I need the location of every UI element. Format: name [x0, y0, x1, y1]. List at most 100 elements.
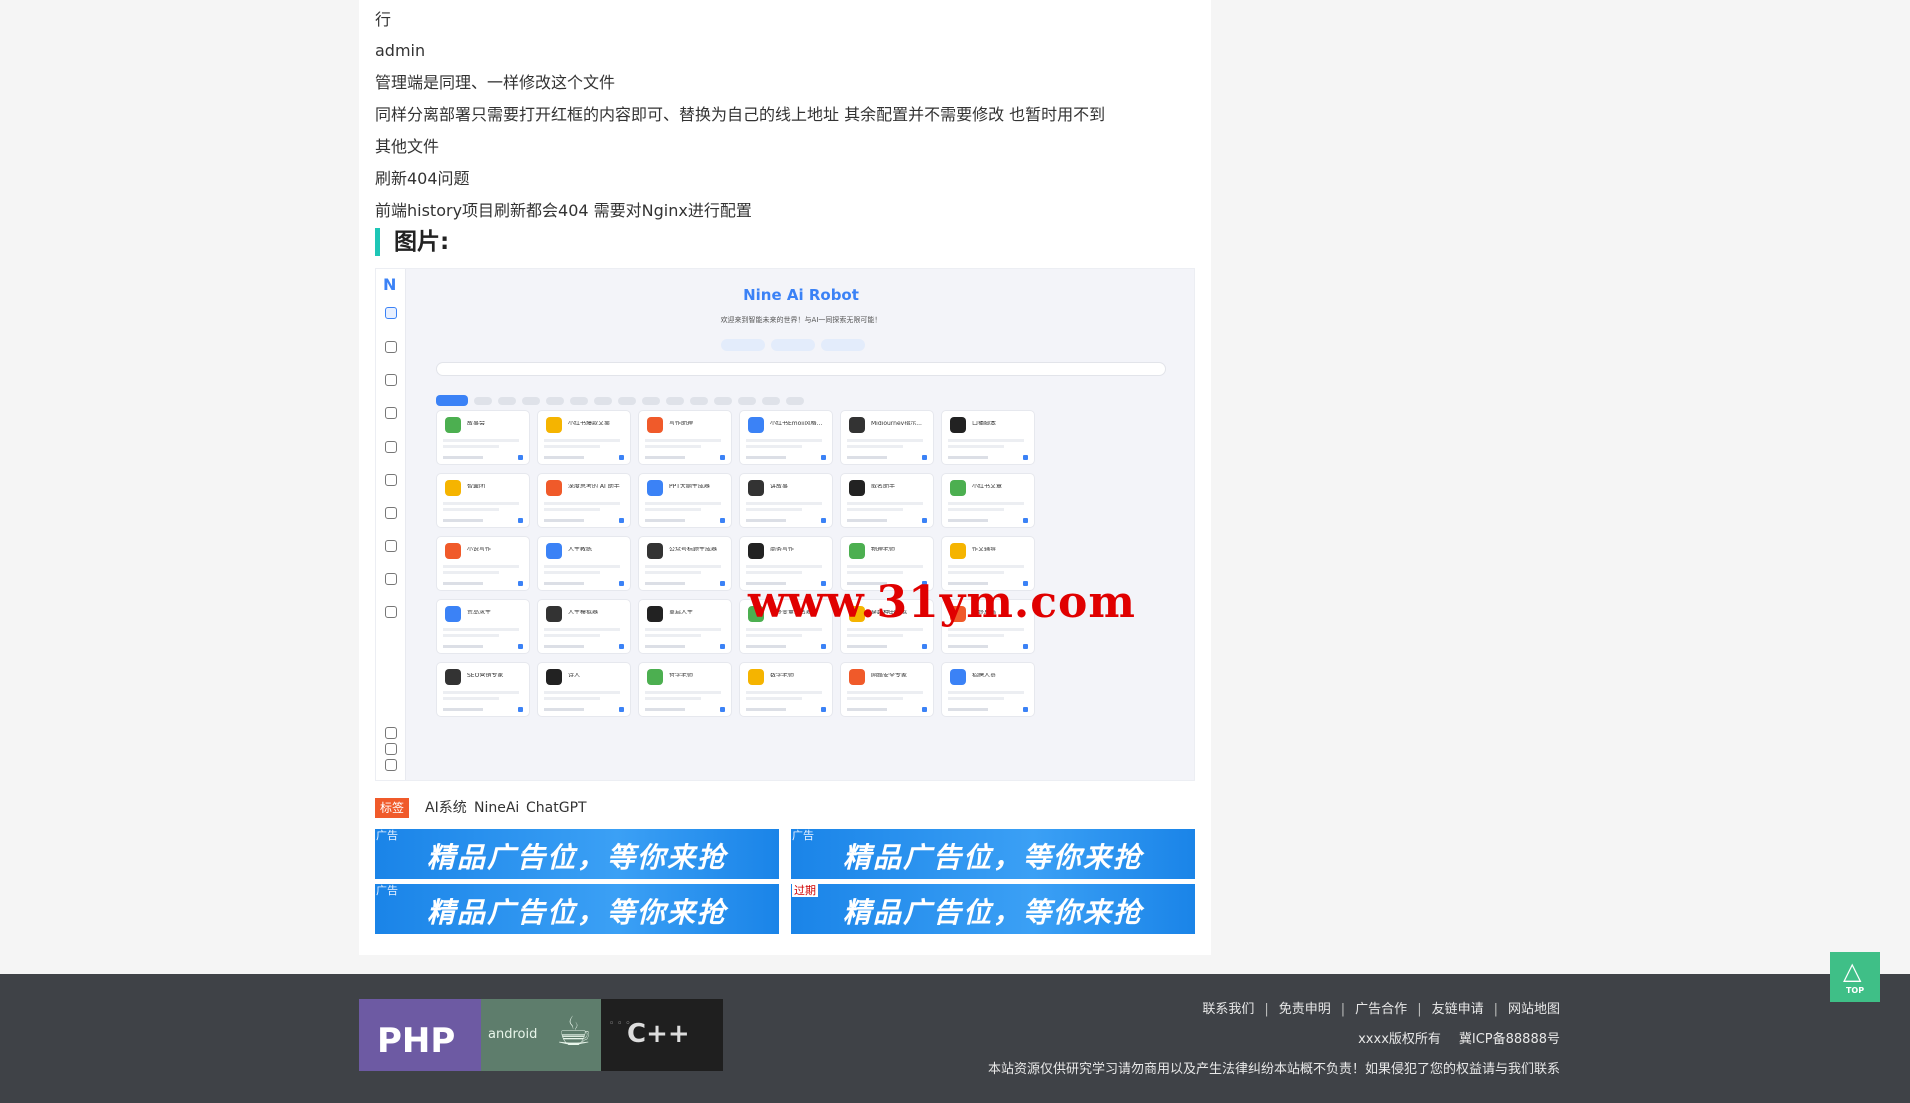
- card-title: SEO营销专家: [467, 673, 504, 677]
- card-line: [746, 565, 822, 568]
- card-icon: [546, 669, 562, 685]
- ad-banner[interactable]: 精品广告位，等你来抢 过期: [791, 884, 1195, 934]
- card-line: [948, 645, 988, 648]
- card-line: [847, 439, 923, 442]
- footer-link-contact[interactable]: 联系我们: [1202, 1002, 1254, 1017]
- card-line: [443, 628, 519, 631]
- app-card: 写作助理: [638, 410, 732, 465]
- card-title: 故事会: [467, 421, 486, 425]
- ad-banner[interactable]: 精品广告位，等你来抢 广告: [375, 884, 779, 934]
- card-line: [847, 708, 887, 711]
- app-card: 讲故事: [739, 473, 833, 528]
- app-card: 公众号标题生成器: [638, 536, 732, 591]
- card-arrow-icon: [922, 707, 927, 712]
- card-arrow-icon: [720, 455, 725, 460]
- card-icon: [445, 480, 461, 496]
- card-line: [948, 502, 1024, 505]
- tag-badge: 标签: [375, 798, 409, 818]
- footer-copyright-row: xxxx版权所有 冀ICP备88888号: [1340, 1028, 1560, 1047]
- ppt-icon: [385, 474, 397, 486]
- article-screenshot[interactable]: N Nine Ai Robot 欢迎来到智能未来的世界！与AI一同探索无限可能！…: [375, 268, 1195, 781]
- card-icon: [849, 417, 865, 433]
- php-logo-text: PHP: [377, 1021, 456, 1061]
- card-line: [544, 582, 584, 585]
- app-card: 诗人: [537, 662, 631, 717]
- card-title: 哲学老师: [669, 673, 694, 677]
- card-line: [443, 445, 499, 448]
- card-line: [443, 571, 499, 574]
- app-mode-pills: [721, 336, 871, 355]
- article-content: 行 admin 管理端是同理、一样修改这个文件 同样分离部署只需要打开红框的内容…: [359, 0, 1211, 955]
- back-to-top-button[interactable]: △ TOP: [1830, 952, 1880, 1002]
- card-icon: [748, 543, 764, 559]
- card-title: 商务写作: [770, 547, 795, 551]
- card-line: [746, 691, 822, 694]
- card-arrow-icon: [619, 581, 624, 586]
- card-icon: [647, 417, 663, 433]
- article-paragraph: admin: [375, 41, 426, 60]
- card-line: [443, 645, 483, 648]
- card-line: [544, 502, 620, 505]
- card-title: 公众号标题生成器: [669, 547, 718, 551]
- card-line: [443, 508, 499, 511]
- card-line: [746, 519, 786, 522]
- share-icon: [385, 540, 397, 552]
- card-line: [645, 456, 685, 459]
- app-logo-icon: N: [383, 275, 397, 294]
- article-paragraph: 管理端是同理、一样修改这个文件: [375, 73, 616, 92]
- footer-links: 联系我们 | 免责申明 | 广告合作 | 友链申请 | 网站地图: [1202, 1002, 1560, 1017]
- article-paragraph: 同样分离部署只需要打开红框的内容即可、替换为自己的线上地址 其余配置并不需要修改…: [375, 105, 1106, 124]
- card-line: [443, 565, 519, 568]
- ad-banner[interactable]: 精品广告位，等你来抢 广告: [791, 829, 1195, 879]
- card-icon: [546, 480, 562, 496]
- card-line: [948, 456, 988, 459]
- card-arrow-icon: [518, 707, 523, 712]
- app-card: 深度思考的 AI 助手: [537, 473, 631, 528]
- android-java-logo: android ☕: [481, 999, 601, 1071]
- theme-icon: [385, 759, 397, 771]
- card-line: [443, 519, 483, 522]
- footer-link-sitemap[interactable]: 网站地图: [1508, 1002, 1560, 1017]
- card-title: 作文辅导: [972, 547, 997, 551]
- icp-link[interactable]: 冀ICP备88888号: [1459, 1032, 1560, 1047]
- card-line: [948, 691, 1024, 694]
- card-line: [544, 508, 600, 511]
- article-paragraph: 前端history项目刷新都会404 需要对Nginx进行配置: [375, 201, 752, 220]
- card-arrow-icon: [518, 581, 523, 586]
- card-line: [948, 628, 1024, 631]
- app-search-bar: [436, 362, 1166, 376]
- footer-link-disclaimer[interactable]: 免责申明: [1279, 1002, 1331, 1017]
- card-icon: [647, 669, 663, 685]
- card-line: [544, 565, 620, 568]
- card-line: [847, 645, 887, 648]
- article-paragraph: 刷新404问题: [375, 169, 470, 188]
- card-icon: [445, 669, 461, 685]
- tag-link[interactable]: ChatGPT: [526, 799, 587, 817]
- card-title: 网络安全专家: [871, 673, 908, 677]
- card-line: [645, 445, 701, 448]
- tag-link[interactable]: NineAi: [474, 799, 519, 817]
- draw-icon: [385, 374, 397, 386]
- ad-text: 精品广告位，等你来抢: [842, 841, 1143, 874]
- app-card: 重启人生: [638, 599, 732, 654]
- card-title: 小红书文章: [972, 484, 1003, 488]
- tag-link[interactable]: AI系统: [425, 799, 467, 817]
- gift-icon: [385, 606, 397, 618]
- footer-link-ads[interactable]: 广告合作: [1355, 1002, 1407, 1017]
- app-card: Midjourney指示...: [840, 410, 934, 465]
- card-line: [544, 645, 584, 648]
- card-icon: [647, 543, 663, 559]
- card-line: [847, 502, 923, 505]
- app-card: 口播脚本: [941, 410, 1035, 465]
- copyright-text: xxxx版权所有: [1358, 1032, 1441, 1047]
- card-icon: [950, 669, 966, 685]
- ad-banner[interactable]: 精品广告位，等你来抢 广告: [375, 829, 779, 879]
- card-arrow-icon: [619, 707, 624, 712]
- card-icon: [950, 480, 966, 496]
- card-title: Midjourney指示...: [871, 421, 922, 425]
- footer-link-friend[interactable]: 友链申请: [1432, 1002, 1484, 1017]
- card-line: [948, 565, 1024, 568]
- footer-disclaimer: 本站资源仅供研究学习请勿商用以及产生法律纠纷本站概不负责！如果侵犯了您的权益请与…: [987, 1062, 1560, 1077]
- card-title: 招聘人员: [972, 673, 997, 677]
- article-paragraph: 其他文件: [375, 137, 440, 156]
